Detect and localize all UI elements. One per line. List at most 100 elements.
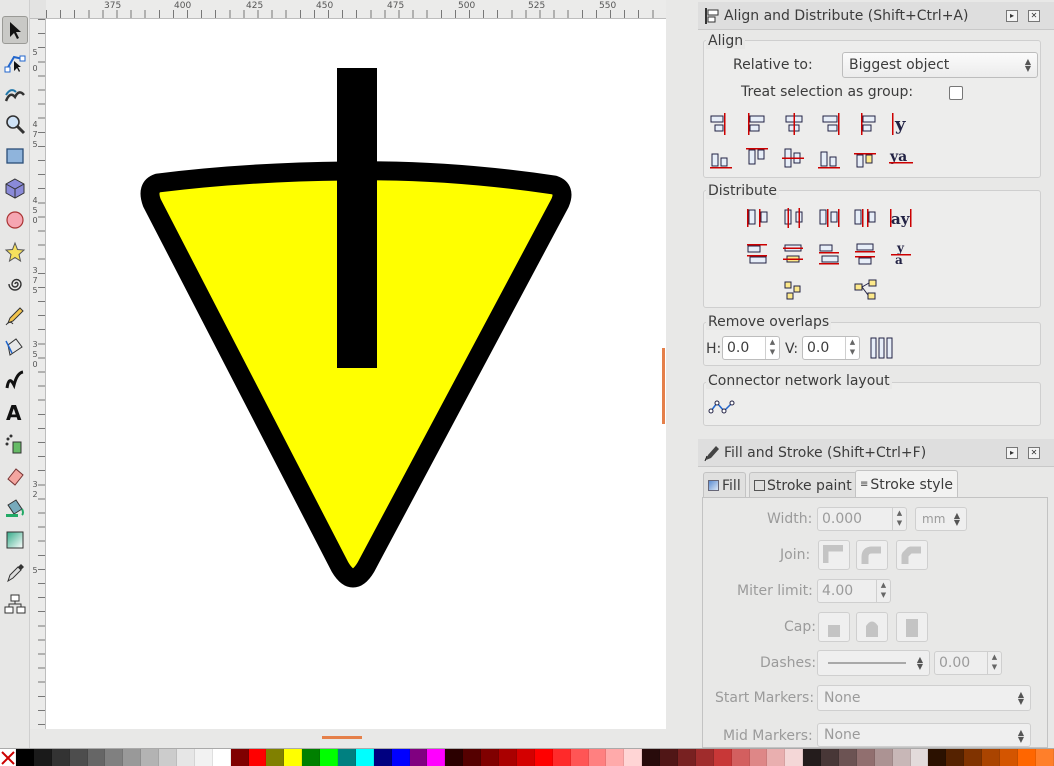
palette-swatch[interactable] <box>391 749 410 766</box>
no-paint-swatch[interactable] <box>0 749 16 766</box>
palette-swatch[interactable] <box>445 749 464 766</box>
cap-square-button[interactable] <box>896 612 928 642</box>
mid-markers-select[interactable]: None ▲ ▼ <box>817 723 1031 747</box>
distribute-top-edges-button[interactable] <box>744 240 772 268</box>
remove-overlaps-button[interactable] <box>868 334 896 362</box>
palette-swatch[interactable] <box>141 749 160 766</box>
palette-swatch[interactable] <box>302 749 321 766</box>
palette-swatch[interactable] <box>624 749 643 766</box>
palette-swatch[interactable] <box>803 749 822 766</box>
connector-tool[interactable] <box>2 590 28 618</box>
cap-butt-button[interactable] <box>818 612 850 642</box>
panel-close-button[interactable]: ✕ <box>1028 447 1040 459</box>
palette-swatch[interactable] <box>677 749 696 766</box>
top-ruler[interactable]: 375 400 425 450 475 500 525 550 <box>46 0 666 19</box>
palette-swatch[interactable] <box>123 749 142 766</box>
align-right-button[interactable] <box>816 110 844 138</box>
rectangle-tool[interactable] <box>2 142 28 170</box>
3dbox-tool[interactable] <box>2 174 28 202</box>
palette-swatch[interactable] <box>534 749 553 766</box>
join-miter-button[interactable] <box>818 540 850 570</box>
palette-swatch[interactable] <box>982 749 1000 766</box>
bucket-tool[interactable] <box>2 494 28 522</box>
palette-swatch[interactable] <box>946 749 965 766</box>
unclump-button[interactable] <box>852 276 880 304</box>
pen-tool[interactable] <box>2 334 28 362</box>
eraser-tool[interactable] <box>2 462 28 490</box>
width-input[interactable]: 0.000 ▲ ▼ <box>817 507 907 531</box>
tab-stroke-style[interactable]: ≡ Stroke style <box>855 470 959 498</box>
palette-swatch[interactable] <box>266 749 285 766</box>
palette-swatch[interactable] <box>427 749 446 766</box>
palette-swatch[interactable] <box>713 749 732 766</box>
center-horizontal-axis-button[interactable] <box>780 144 808 172</box>
gradient-tool[interactable] <box>2 526 28 554</box>
spin-arrows-icon[interactable]: ▲ ▼ <box>892 508 906 530</box>
palette-swatch[interactable] <box>87 749 106 766</box>
palette-swatch[interactable] <box>874 749 893 766</box>
palette-swatch[interactable] <box>69 749 88 766</box>
palette-swatch[interactable] <box>409 749 428 766</box>
panel-close-button[interactable]: ✕ <box>1028 10 1040 22</box>
align-top-to-bottom-button[interactable] <box>708 144 736 172</box>
spray-tool[interactable] <box>2 430 28 458</box>
tab-fill[interactable]: Fill <box>703 472 746 498</box>
join-round-button[interactable] <box>856 540 888 570</box>
node-tool[interactable] <box>2 48 28 76</box>
palette-swatch[interactable] <box>731 749 750 766</box>
align-baseline-button[interactable]: ya <box>888 144 916 172</box>
dash-offset-input[interactable]: 0.00 ▲ ▼ <box>934 651 1002 675</box>
palette-swatch[interactable] <box>284 749 303 766</box>
palette-swatch[interactable] <box>928 749 947 766</box>
left-ruler[interactable]: 5 0 4 7 5 4 5 0 3 7 5 3 5 0 3 2 5 <box>30 19 46 729</box>
palette-swatch[interactable] <box>159 749 178 766</box>
palette-swatch[interactable] <box>785 749 804 766</box>
distribute-text-anchors-v-button[interactable]: ya <box>888 240 916 268</box>
join-bevel-button[interactable] <box>896 540 928 570</box>
palette-swatch[interactable] <box>320 749 339 766</box>
palette-swatch[interactable] <box>1017 749 1036 766</box>
distribute-gaps-h-button[interactable] <box>852 204 880 232</box>
palette-swatch[interactable] <box>1035 749 1054 766</box>
palette-swatch[interactable] <box>838 749 857 766</box>
palette-swatch[interactable] <box>570 749 589 766</box>
fill-stroke-panel-title[interactable]: Fill and Stroke (Shift+Ctrl+F) ▸ ✕ <box>698 439 1054 467</box>
align-top-button[interactable] <box>744 144 772 172</box>
palette-swatch[interactable] <box>588 749 607 766</box>
align-panel-title[interactable]: Align and Distribute (Shift+Ctrl+A) ▸ ✕ <box>698 2 1054 30</box>
palette-swatch[interactable] <box>767 749 786 766</box>
h-gap-input[interactable]: 0.0 ▲ ▼ <box>722 336 780 360</box>
align-right-to-left-button[interactable] <box>708 110 736 138</box>
color-palette[interactable] <box>0 748 1054 766</box>
align-bottom-button[interactable] <box>816 144 844 172</box>
palette-swatch[interactable] <box>463 749 482 766</box>
zoom-tool[interactable] <box>2 110 28 138</box>
palette-swatch[interactable] <box>51 749 70 766</box>
align-text-anchor-button[interactable]: y <box>886 110 914 138</box>
v-gap-input[interactable]: 0.0 ▲ ▼ <box>802 336 860 360</box>
tweak-tool[interactable] <box>2 80 28 108</box>
distribute-left-edges-button[interactable] <box>744 204 772 232</box>
selector-tool[interactable] <box>2 16 28 44</box>
palette-swatch[interactable] <box>749 749 768 766</box>
palette-swatch[interactable] <box>230 749 249 766</box>
palette-swatch[interactable] <box>856 749 875 766</box>
cap-round-button[interactable] <box>856 612 888 642</box>
palette-swatch[interactable] <box>248 749 267 766</box>
palette-swatch[interactable] <box>606 749 625 766</box>
panel-iconify-button[interactable]: ▸ <box>1006 447 1018 459</box>
align-bottom-to-top-button[interactable] <box>852 144 880 172</box>
distribute-centers-v-button[interactable] <box>780 240 808 268</box>
arrange-connector-network-button[interactable] <box>708 394 736 422</box>
randomize-positions-button[interactable] <box>780 276 808 304</box>
calligraphy-tool[interactable] <box>2 366 28 394</box>
pencil-tool[interactable] <box>2 302 28 330</box>
palette-swatch[interactable] <box>821 749 839 766</box>
spin-arrows-icon[interactable]: ▲ ▼ <box>765 337 779 359</box>
palette-swatch[interactable] <box>660 749 678 766</box>
spiral-tool[interactable] <box>2 270 28 298</box>
palette-swatch[interactable] <box>552 749 571 766</box>
spin-arrows-icon[interactable]: ▲ ▼ <box>845 337 859 359</box>
distribute-gaps-v-button[interactable] <box>852 240 880 268</box>
panel-iconify-button[interactable]: ▸ <box>1006 10 1018 22</box>
